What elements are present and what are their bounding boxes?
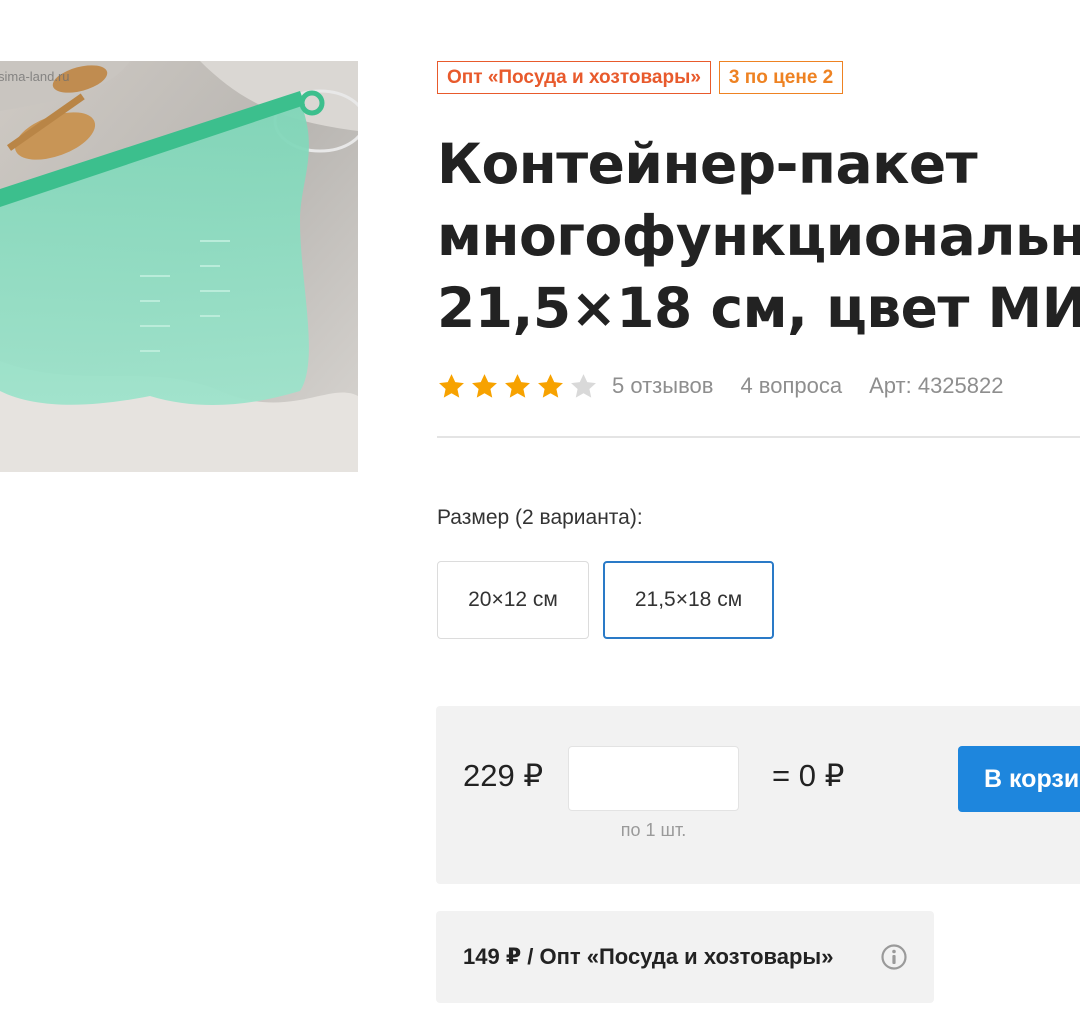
size-options: 20×12 см 21,5×18 см	[437, 561, 774, 639]
add-to-cart-button[interactable]: В корзину	[958, 746, 1080, 812]
star-filled-icon	[538, 373, 563, 398]
total-price: = 0 ₽	[772, 758, 845, 793]
unit-price: 229 ₽	[463, 758, 544, 793]
product-photo	[0, 61, 358, 472]
reviews-link[interactable]: 5 отзывов	[612, 373, 713, 399]
promo-badge[interactable]: 3 по цене 2	[718, 61, 844, 94]
promo-badges: Опт «Посуда и хозтовары» 3 по цене 2	[437, 61, 844, 94]
size-option-20x12[interactable]: 20×12 см	[437, 561, 589, 639]
star-filled-icon	[472, 373, 497, 398]
size-label: Размер (2 варианта):	[437, 506, 643, 529]
divider	[437, 436, 1080, 438]
product-image[interactable]: sima-land.ru	[0, 61, 358, 472]
product-page: sima-land.ru Опт «Посуда и хозтовары» 3 …	[0, 0, 1080, 1033]
image-watermark: sima-land.ru	[0, 69, 70, 84]
wholesale-badge[interactable]: Опт «Посуда и хозтовары»	[437, 61, 711, 94]
star-filled-icon	[439, 373, 464, 398]
info-icon[interactable]	[880, 943, 908, 971]
title-line-1: Контейнер-пакет	[437, 132, 978, 196]
quantity-hint: по 1 шт.	[620, 820, 687, 840]
wholesale-price-text: 149 ₽ / Опт «Посуда и хозтовары»	[463, 944, 834, 969]
size-option-21-5x18[interactable]: 21,5×18 см	[603, 561, 774, 639]
quantity-input[interactable]	[568, 746, 739, 811]
price-panel: 229 ₽ по 1 шт. = 0 ₽ В корзину	[436, 706, 1080, 884]
article-number: Арт: 4325822	[869, 373, 1004, 398]
rating-stars[interactable]	[437, 372, 598, 401]
product-title: Контейнер-пакет многофункциональный 21,5…	[437, 128, 1080, 344]
product-meta: 5 отзывов 4 вопроса Арт: 4325822	[437, 368, 1030, 404]
star-filled-icon	[505, 373, 530, 398]
questions-link[interactable]: 4 вопроса	[740, 373, 842, 399]
wholesale-price-box: 149 ₽ / Опт «Посуда и хозтовары»	[436, 911, 934, 1003]
title-line-3: 21,5×18 см, цвет МИКС	[437, 276, 1080, 340]
title-line-2: многофункциональный	[437, 204, 1080, 268]
star-empty-icon	[571, 373, 596, 398]
